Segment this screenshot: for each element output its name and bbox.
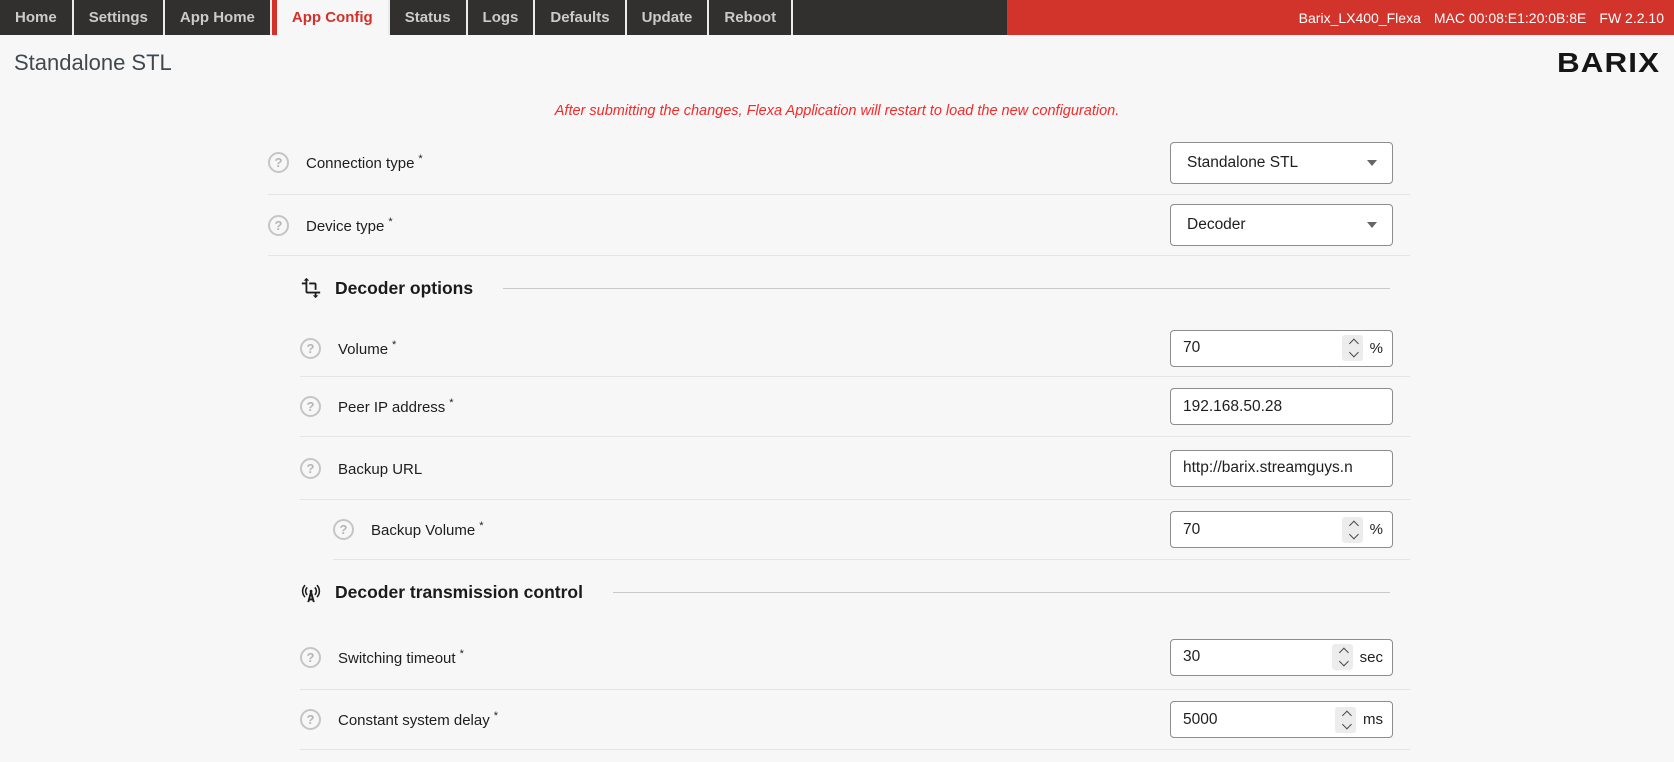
section-decoder-options: Decoder options (300, 256, 1390, 320)
help-icon[interactable] (300, 458, 321, 479)
chevron-down-icon (1349, 529, 1359, 539)
row-peer-ip: Peer IP address* (300, 377, 1410, 437)
row-constant-system-delay: Constant system delay* ms (300, 690, 1410, 750)
required-marker: * (460, 648, 464, 660)
backup-volume-input-group: % (1170, 511, 1393, 548)
number-spinner[interactable] (1342, 335, 1363, 361)
chevron-down-icon (1367, 222, 1377, 228)
unit-label: ms (1363, 711, 1383, 728)
device-name: Barix_LX400_Flexa (1299, 10, 1421, 26)
section-divider (503, 288, 1390, 289)
device-info-banner: Barix_LX400_Flexa MAC 00:08:E1:20:0B:8E … (1007, 0, 1674, 35)
required-marker: * (392, 339, 396, 351)
field-label: Backup Volume* (371, 520, 484, 539)
unit-label: % (1370, 521, 1383, 538)
help-icon[interactable] (333, 519, 354, 540)
field-label: Constant system delay* (338, 710, 498, 729)
section-transmission-control: Decoder transmission control (300, 560, 1390, 625)
device-mac: MAC 00:08:E1:20:0B:8E (1434, 10, 1587, 26)
app-config-form: Connection type* Standalone STL Device t… (0, 131, 1674, 750)
required-marker: * (418, 153, 422, 165)
section-divider (613, 592, 1390, 593)
nav-spacer (793, 0, 1007, 35)
tab-app-home[interactable]: App Home (165, 0, 272, 35)
transform-crop-icon (300, 277, 322, 299)
top-nav: Home Settings App Home App Config Status… (0, 0, 1674, 35)
help-icon[interactable] (300, 647, 321, 668)
row-volume: Volume* % (300, 320, 1410, 377)
help-icon[interactable] (300, 338, 321, 359)
row-backup-url: Backup URL (300, 437, 1410, 500)
tab-settings[interactable]: Settings (74, 0, 165, 35)
select-value: Decoder (1187, 216, 1367, 234)
volume-input[interactable] (1171, 331, 1342, 366)
tab-status[interactable]: Status (390, 0, 468, 35)
help-icon[interactable] (268, 215, 289, 236)
tab-update[interactable]: Update (627, 0, 710, 35)
field-label: Device type* (306, 216, 393, 235)
chevron-up-icon (1342, 710, 1352, 720)
connection-type-select[interactable]: Standalone STL (1170, 142, 1393, 184)
section-title: Decoder transmission control (335, 582, 583, 603)
barix-logo: BARIX (1557, 47, 1660, 79)
help-icon[interactable] (300, 396, 321, 417)
tab-reboot[interactable]: Reboot (709, 0, 793, 35)
row-device-type: Device type* Decoder (268, 195, 1410, 256)
backup-url-input[interactable] (1170, 450, 1393, 487)
section-title: Decoder options (335, 278, 473, 299)
tab-app-config[interactable]: App Config (272, 0, 390, 35)
tab-defaults[interactable]: Defaults (535, 0, 626, 35)
device-type-select[interactable]: Decoder (1170, 204, 1393, 246)
row-switching-timeout: Switching timeout* sec (300, 625, 1410, 690)
select-value: Standalone STL (1187, 154, 1367, 172)
number-spinner[interactable] (1342, 517, 1363, 543)
row-backup-volume: Backup Volume* % (333, 500, 1410, 560)
required-marker: * (479, 520, 483, 532)
chevron-down-icon (1367, 160, 1377, 166)
restart-notice: After submitting the changes, Flexa Appl… (0, 90, 1674, 131)
help-icon[interactable] (268, 152, 289, 173)
page-header: Standalone STL BARIX (0, 35, 1674, 90)
field-label: Connection type* (306, 153, 423, 172)
chevron-down-icon (1349, 348, 1359, 358)
constant-delay-input-group: ms (1170, 701, 1393, 738)
unit-label: % (1370, 340, 1383, 357)
switching-timeout-input-group: sec (1170, 639, 1393, 676)
field-label: Switching timeout* (338, 648, 464, 667)
volume-input-group: % (1170, 330, 1393, 367)
field-label: Peer IP address* (338, 397, 454, 416)
field-label: Backup URL (338, 459, 426, 478)
number-spinner[interactable] (1335, 707, 1356, 733)
switching-timeout-input[interactable] (1171, 640, 1332, 675)
peer-ip-input[interactable] (1170, 388, 1393, 425)
row-connection-type: Connection type* Standalone STL (268, 131, 1410, 195)
required-marker: * (449, 397, 453, 409)
cell-tower-icon (300, 582, 322, 604)
tab-home[interactable]: Home (0, 0, 74, 35)
help-icon[interactable] (300, 709, 321, 730)
chevron-down-icon (1342, 719, 1352, 729)
chevron-down-icon (1339, 657, 1349, 667)
required-marker: * (494, 710, 498, 722)
device-fw: FW 2.2.10 (1599, 10, 1664, 26)
backup-volume-input[interactable] (1171, 512, 1342, 547)
field-label: Volume* (338, 339, 396, 358)
number-spinner[interactable] (1332, 644, 1353, 670)
page-title: Standalone STL (14, 50, 172, 76)
tab-logs[interactable]: Logs (468, 0, 536, 35)
constant-delay-input[interactable] (1171, 702, 1335, 737)
unit-label: sec (1360, 649, 1383, 666)
required-marker: * (388, 216, 392, 228)
